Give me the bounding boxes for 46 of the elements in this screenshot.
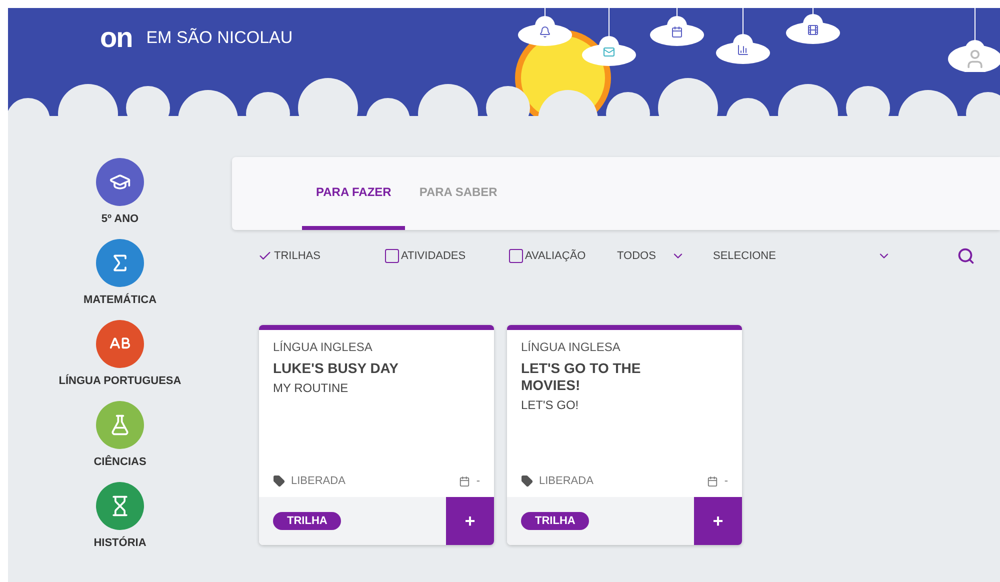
card-date: - [476, 475, 480, 487]
school-title: EM SÃO NICOLAU [146, 28, 293, 48]
cloud-menu-button[interactable] [946, 8, 1000, 72]
cloud-menu-button[interactable] [784, 8, 842, 46]
card-title: LUKE'S BUSY DAY [273, 360, 400, 377]
calendar-icon [707, 476, 718, 486]
bell-icon [539, 26, 551, 38]
filter-label: ATIVIDADES [401, 250, 466, 262]
mail-icon [603, 46, 615, 58]
card-date: - [724, 475, 728, 487]
filter-label: AVALIAÇÃO [525, 250, 586, 262]
flask-icon [109, 414, 131, 436]
subject-menu-item[interactable]: LÍNGUA PORTUGUESA [58, 320, 182, 387]
search-button[interactable] [957, 247, 975, 265]
card-subtitle: MY ROUTINE [273, 381, 350, 395]
bar-chart-icon [737, 44, 749, 56]
label-icon [521, 475, 533, 487]
label-icon [273, 475, 285, 487]
dropdown[interactable]: SELECIONE [713, 249, 901, 263]
cloud-menu-button[interactable] [714, 8, 772, 66]
card-title: LET'S GO TO THE MOVIES! [521, 360, 642, 394]
subject-menu-item[interactable]: MATEMÁTICA [83, 239, 157, 306]
tab[interactable]: PARA FAZER [302, 157, 406, 230]
checkbox[interactable] [385, 249, 399, 263]
card-subject: LÍNGUA INGLESA [273, 340, 374, 354]
add-button[interactable]: + [694, 497, 742, 545]
logo[interactable]: on [100, 22, 132, 54]
add-button[interactable]: + [446, 497, 494, 545]
card-status: LIBERADA [539, 475, 594, 487]
subject-menu-item[interactable]: 5º ANO [96, 158, 144, 225]
calendar-icon [459, 476, 470, 486]
filter-label: TRILHAS [274, 250, 320, 262]
calendar-icon [671, 26, 683, 38]
card-subject: LÍNGUA INGLESA [521, 340, 622, 354]
cloud-menu-button[interactable] [648, 8, 706, 48]
checkbox[interactable] [509, 249, 523, 263]
card-subtitle: LET'S GO! [521, 398, 580, 412]
subject-menu-item[interactable]: HISTÓRIA [94, 482, 146, 549]
film-icon [807, 24, 819, 36]
type-tag: TRILHA [521, 512, 590, 530]
card-status: LIBERADA [291, 475, 346, 487]
dropdown[interactable]: TODOS [617, 249, 695, 263]
cloud-menu-button[interactable] [516, 8, 574, 48]
type-tag: TRILHA [273, 512, 342, 530]
cloud-menu-button[interactable] [580, 8, 638, 68]
subject-menu-item[interactable]: CIÊNCIAS [94, 401, 146, 468]
